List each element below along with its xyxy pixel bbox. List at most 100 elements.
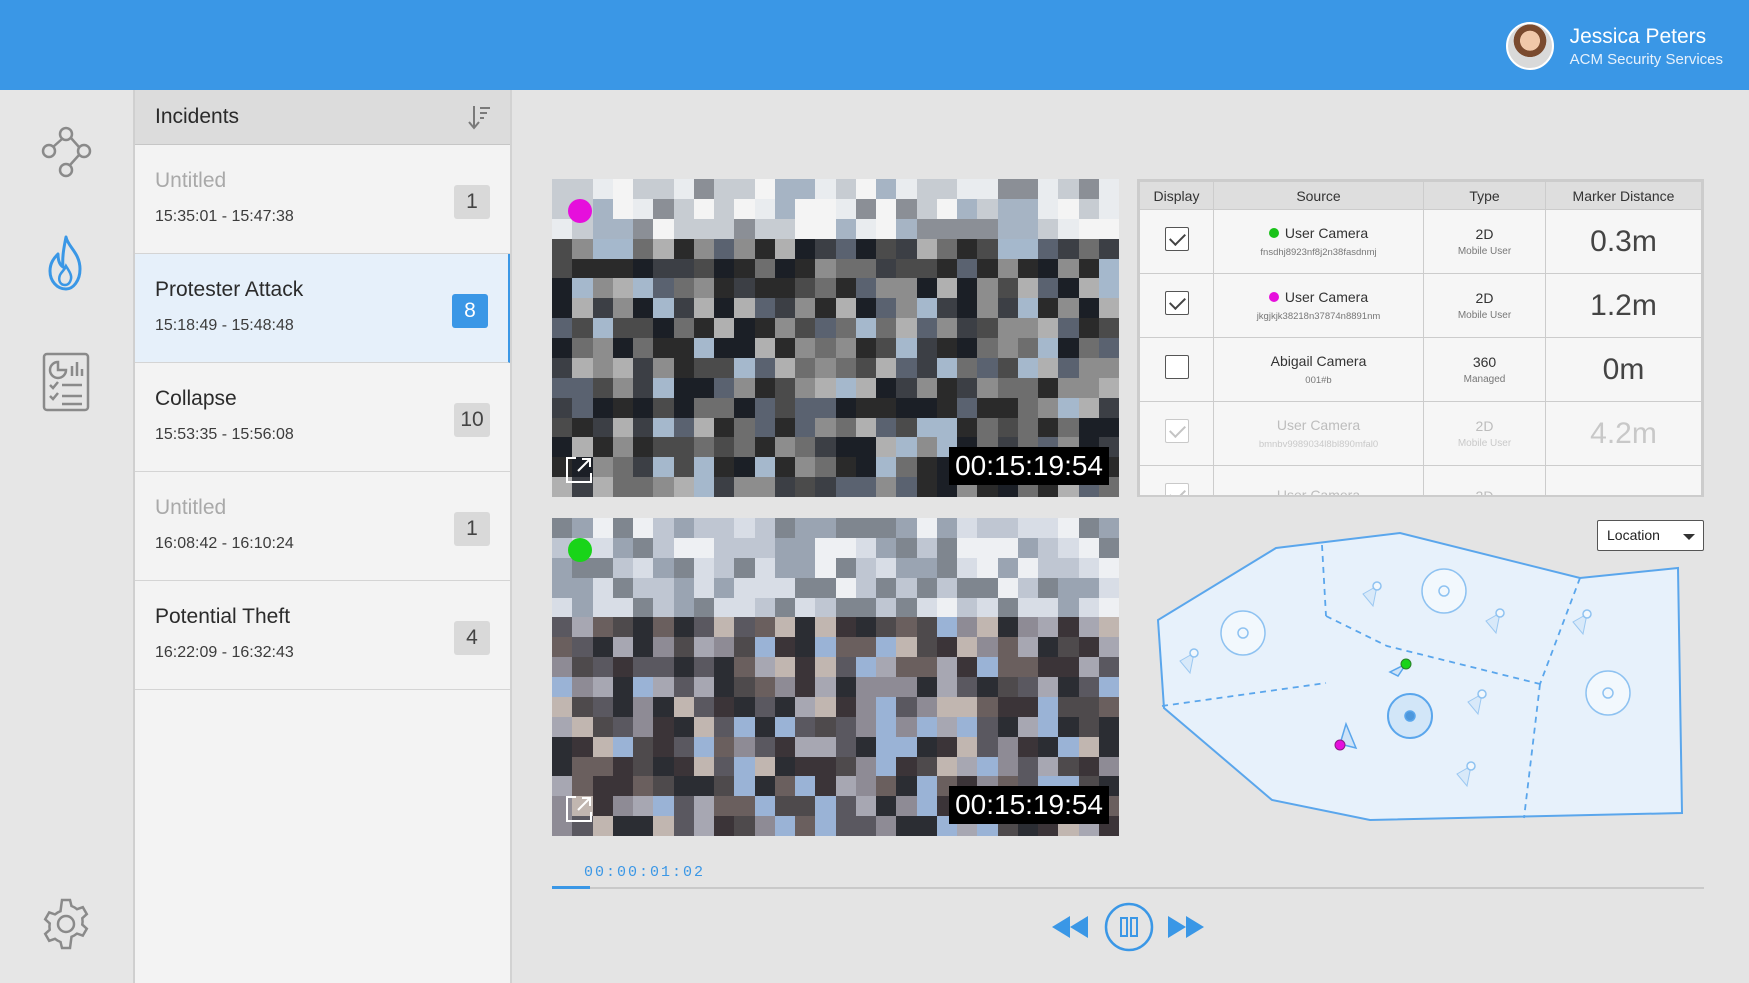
camera-marker-dot	[568, 538, 592, 562]
video-feed-1[interactable]: 00:15:19:54	[552, 179, 1119, 497]
display-checkbox[interactable]	[1164, 419, 1189, 443]
source-cell: User Camera fnsdhj8923nf8j2n38fasdnmj	[1213, 209, 1424, 274]
fast-forward-icon[interactable]	[1166, 914, 1206, 940]
source-name: Abigail Camera	[1270, 353, 1367, 369]
incident-item[interactable]: Untitled 16:08:42 - 16:10:24 1	[135, 472, 510, 581]
incident-count-badge: 1	[454, 512, 490, 546]
map-camera-marker[interactable]	[1477, 689, 1487, 699]
user-profile[interactable]: Jessica Peters ACM Security Services	[1505, 22, 1723, 70]
source-color-dot	[1268, 228, 1279, 238]
display-checkbox[interactable]	[1164, 291, 1189, 315]
source-id: 001#b	[1305, 375, 1332, 386]
incidents-panel: Incidents Untitled 15:35:01 - 15:47:38 1 Pr…	[134, 90, 512, 983]
column-header-marker-distance[interactable]: Marker Distance	[1545, 181, 1702, 210]
marker-distance: 1.2m	[1590, 288, 1657, 322]
column-header-type[interactable]: Type	[1423, 181, 1546, 210]
gear-icon[interactable]	[36, 894, 96, 954]
display-checkbox[interactable]	[1164, 355, 1189, 379]
type-cell: 2D	[1423, 465, 1546, 495]
map-user-camera-marker-green[interactable]	[1400, 658, 1412, 670]
distance-cell: 0.3m	[1545, 209, 1702, 274]
video-timestamp: 00:15:19:54	[949, 786, 1109, 824]
map-camera-marker[interactable]	[1495, 608, 1505, 618]
table-row[interactable]: User Camera 2D	[1139, 465, 1702, 495]
incident-item[interactable]: Potential Theft 16:22:09 - 16:32:43 4	[135, 581, 510, 690]
map-360-camera-marker[interactable]	[1421, 568, 1467, 614]
network-icon[interactable]	[36, 122, 96, 182]
map-360-camera-marker[interactable]	[1220, 610, 1266, 656]
source-id: bmnbv9989034l8bl890mfal0	[1258, 439, 1379, 450]
source-type: 2D	[1475, 290, 1494, 306]
source-id: fnsdhj8923nf8j2n38fasdnmj	[1260, 247, 1377, 258]
user-name: Jessica Peters	[1569, 24, 1707, 48]
incident-name: Potential Theft	[155, 605, 291, 628]
type-cell: 2D Mobile User	[1423, 401, 1546, 466]
source-type: 360	[1472, 354, 1497, 370]
nav-rail	[0, 90, 134, 983]
table-row[interactable]: Abigail Camera 001#b 360 Managed 0m	[1139, 337, 1702, 402]
incident-item[interactable]: Collapse 15:53:35 - 15:56:08 10	[135, 363, 510, 472]
distance-cell: 4.2m	[1545, 401, 1702, 466]
incident-name: Untitled	[155, 169, 227, 192]
display-checkbox[interactable]	[1164, 227, 1189, 251]
incident-time-range: 15:18:49 - 15:48:48	[155, 317, 294, 334]
incident-name: Untitled	[155, 496, 227, 519]
source-id: jkgjkjk38218n37874n8891nm	[1256, 311, 1381, 322]
video-feed-2[interactable]: 00:15:19:54	[552, 518, 1119, 836]
column-header-display[interactable]: Display	[1139, 181, 1214, 210]
source-name: User Camera	[1284, 289, 1369, 305]
video-timestamp: 00:15:19:54	[949, 447, 1109, 485]
incidents-title: Incidents	[155, 105, 240, 128]
camera-marker-dot	[568, 199, 592, 223]
table-row[interactable]: User Camera fnsdhj8923nf8j2n38fasdnmj 2D Mo…	[1139, 209, 1702, 274]
marker-distance: 0.3m	[1590, 224, 1657, 258]
incident-count-badge: 8	[452, 294, 488, 328]
source-type-detail: Mobile User	[1457, 438, 1512, 449]
report-icon[interactable]	[36, 352, 96, 412]
sort-icon[interactable]	[466, 103, 492, 131]
incident-time-range: 15:35:01 - 15:47:38	[155, 208, 294, 225]
playback-timecode: 00:00:01:02	[584, 864, 706, 881]
source-cell: User Camera jkgjkjk38218n37874n8891nm	[1213, 273, 1424, 338]
incident-time-range: 16:08:42 - 16:10:24	[155, 535, 294, 552]
map-camera-marker[interactable]	[1372, 581, 1382, 591]
distance-cell	[1545, 465, 1702, 495]
map-user-camera-marker-magenta[interactable]	[1334, 739, 1346, 751]
fire-icon[interactable]	[36, 233, 96, 293]
map-camera-marker[interactable]	[1189, 648, 1199, 658]
table-row[interactable]: User Camera bmnbv9989034l8bl890mfal0 2D Mob…	[1139, 401, 1702, 466]
expand-icon[interactable]	[564, 794, 594, 824]
incident-count-badge: 10	[454, 403, 490, 437]
playback-progress	[552, 886, 591, 889]
display-cell	[1139, 465, 1214, 495]
source-type-detail: Mobile User	[1457, 246, 1512, 257]
sources-table: Display Source Type Marker Distance User…	[1137, 179, 1704, 497]
floor-map[interactable]	[1150, 528, 1690, 828]
playback-scrubber[interactable]	[552, 886, 1704, 889]
pause-button[interactable]	[1104, 902, 1154, 952]
source-name: User Camera	[1276, 417, 1361, 433]
table-row[interactable]: User Camera jkgjkjk38218n37874n8891nm 2D Mo…	[1139, 273, 1702, 338]
column-header-source[interactable]: Source	[1213, 181, 1424, 210]
marker-distance: 0m	[1602, 352, 1645, 386]
map-360-camera-marker[interactable]	[1585, 670, 1631, 716]
distance-cell: 1.2m	[1545, 273, 1702, 338]
incident-time-range: 15:53:35 - 15:56:08	[155, 426, 294, 443]
source-type: 2D	[1475, 418, 1494, 434]
marker-distance: 4.2m	[1590, 416, 1657, 450]
incident-name: Collapse	[155, 387, 237, 410]
map-camera-marker[interactable]	[1466, 761, 1476, 771]
avatar[interactable]	[1505, 22, 1554, 70]
map-camera-marker[interactable]	[1582, 609, 1592, 619]
incident-item[interactable]: Protester Attack 15:18:49 - 15:48:48 8	[135, 254, 510, 363]
incident-item[interactable]: Untitled 15:35:01 - 15:47:38 1	[135, 145, 510, 254]
source-cell: User Camera	[1213, 465, 1424, 495]
top-bar: Jessica Peters ACM Security Services	[0, 0, 1749, 90]
rewind-icon[interactable]	[1050, 914, 1090, 940]
display-cell	[1139, 273, 1214, 338]
expand-icon[interactable]	[564, 455, 594, 485]
distance-cell: 0m	[1545, 337, 1702, 402]
display-checkbox[interactable]	[1164, 483, 1189, 495]
source-cell: Abigail Camera 001#b	[1213, 337, 1424, 402]
display-cell	[1139, 401, 1214, 466]
